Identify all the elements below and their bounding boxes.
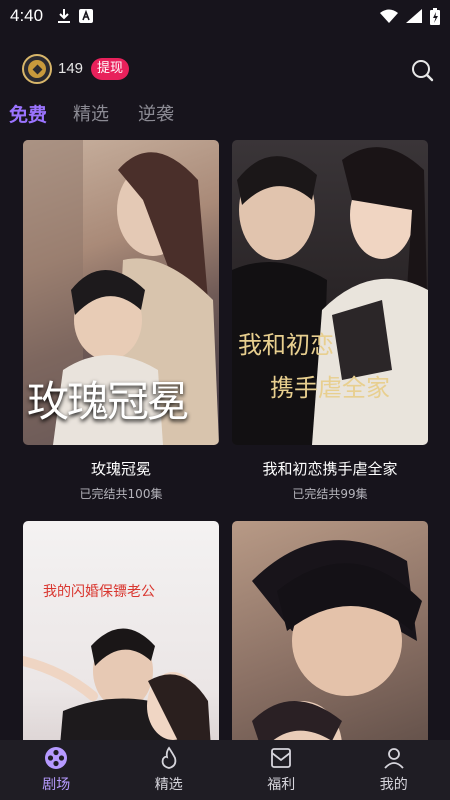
signal-icon — [406, 9, 422, 23]
nav-label: 剧场 — [42, 777, 71, 793]
nav-label: 福利 — [267, 777, 296, 793]
app-notification-icon — [79, 9, 94, 23]
drama-title: 我和初恋携手虐全家 — [262, 460, 398, 478]
withdraw-button[interactable]: 提现 — [91, 58, 130, 80]
drama-card[interactable] — [232, 521, 428, 740]
drama-episodes: 已完结共100集 — [79, 487, 163, 501]
poster-illustration — [23, 628, 211, 740]
tab-free[interactable]: 免费 — [9, 100, 47, 127]
flame-icon — [161, 746, 177, 769]
status-bar: 4:40 — [0, 0, 450, 32]
poster-title-text: 我的闪婚保镖老公 — [43, 584, 155, 600]
category-tabs: 免费 精选 逆袭 — [0, 100, 450, 130]
drama-poster[interactable]: 玫瑰冠冕 — [23, 140, 219, 445]
drama-grid: 玫瑰冠冕 玫瑰冠冕 已完结共100集 我和初恋 携手虐全家 我和初恋携手虐全家 … — [0, 140, 450, 740]
poster-title-line1: 我和初恋 — [238, 331, 334, 359]
nav-welfare[interactable]: 福利 — [225, 740, 338, 800]
coin-icon[interactable] — [22, 54, 52, 84]
nav-featured[interactable]: 精选 — [113, 740, 226, 800]
tab-comeback[interactable]: 逆袭 — [138, 100, 174, 126]
wifi-icon — [380, 9, 398, 23]
drama-poster[interactable]: 我的闪婚保镖老公 — [23, 521, 219, 740]
coin-balance: 149 — [58, 60, 84, 77]
search-icon[interactable] — [410, 58, 436, 84]
gift-envelope-icon — [271, 748, 292, 768]
drama-card[interactable]: 我和初恋 携手虐全家 我和初恋携手虐全家 已完结共99集 — [232, 140, 428, 502]
nav-profile[interactable]: 我的 — [338, 740, 450, 800]
drama-card[interactable]: 我的闪婚保镖老公 — [23, 521, 219, 740]
nav-label: 精选 — [154, 777, 183, 793]
bottom-navigation: 剧场 精选 福利 我的 — [0, 740, 450, 800]
poster-illustration — [252, 540, 422, 740]
poster-title-line2: 携手虐全家 — [270, 374, 390, 402]
battery-icon — [430, 7, 440, 25]
nav-theater[interactable]: 剧场 — [0, 740, 113, 800]
status-time: 4:40 — [10, 6, 44, 25]
drama-card[interactable]: 玫瑰冠冕 玫瑰冠冕 已完结共100集 — [23, 140, 219, 502]
download-icon — [58, 9, 71, 23]
person-icon — [384, 748, 404, 769]
drama-poster[interactable]: 我和初恋 携手虐全家 — [232, 140, 428, 445]
drama-poster[interactable] — [232, 521, 428, 740]
tab-selected[interactable]: 精选 — [73, 100, 109, 126]
theater-icon — [45, 747, 68, 769]
top-header: 149 提现 — [0, 46, 450, 94]
nav-label: 我的 — [379, 777, 408, 793]
drama-title: 玫瑰冠冕 — [90, 460, 151, 478]
poster-title-text: 玫瑰冠冕 — [27, 377, 189, 426]
drama-episodes: 已完结共99集 — [292, 487, 368, 501]
